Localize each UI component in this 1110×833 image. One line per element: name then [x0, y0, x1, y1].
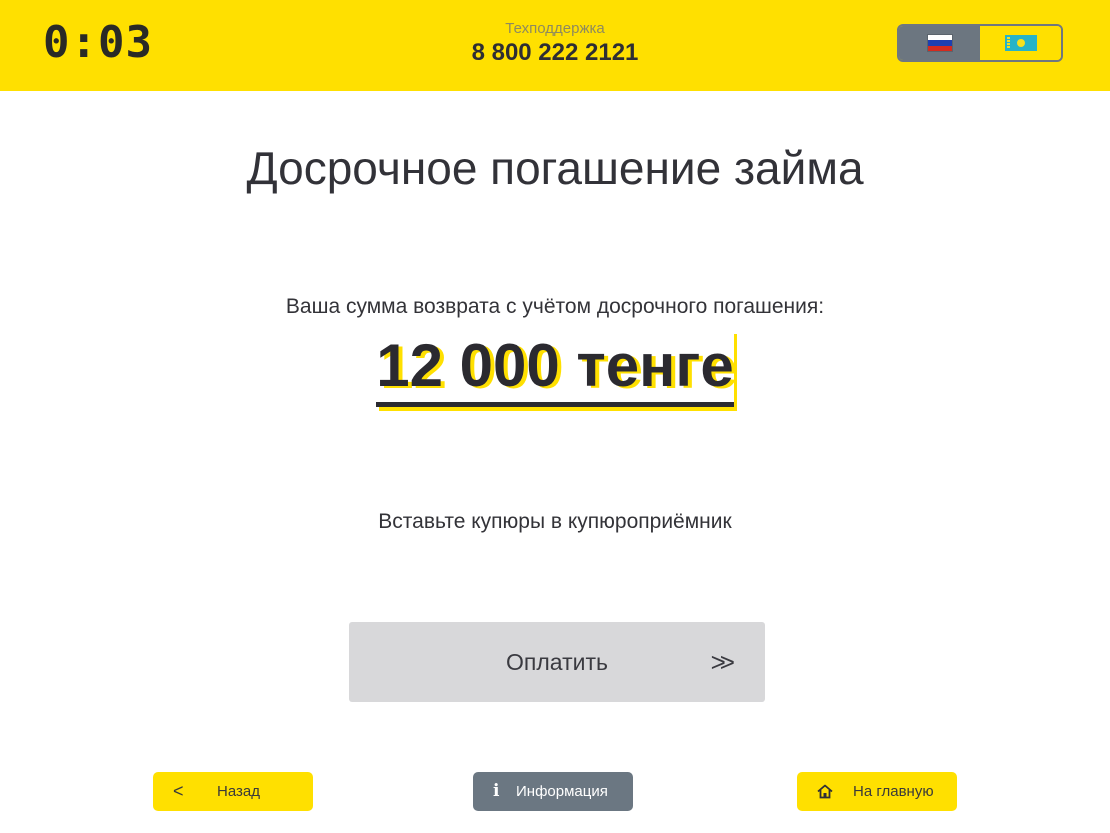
- back-button[interactable]: < Назад: [153, 772, 313, 811]
- pay-button[interactable]: Оплатить >>: [349, 622, 765, 702]
- info-button-label: Информация: [516, 783, 608, 800]
- amount-container: 12 000 тенге: [0, 330, 1110, 407]
- pay-button-label: Оплатить: [506, 649, 608, 675]
- language-switch: [897, 24, 1063, 62]
- support-block: Техподдержка 8 800 222 2121: [405, 20, 705, 68]
- language-ru-button[interactable]: [899, 26, 980, 60]
- home-button-label: На главную: [853, 783, 934, 800]
- back-button-label: Назад: [217, 783, 260, 800]
- home-button[interactable]: На главную: [797, 772, 957, 811]
- info-button[interactable]: i Информация: [473, 772, 633, 811]
- chevron-left-icon: <: [173, 781, 184, 801]
- session-timer: 0:03: [43, 17, 153, 68]
- header-bar: 0:03 Техподдержка 8 800 222 2121: [0, 0, 1110, 91]
- language-kz-button[interactable]: [980, 26, 1061, 60]
- page-title: Досрочное погашение займа: [246, 142, 864, 194]
- instruction-text: Вставьте купюры в купюроприёмник: [378, 510, 732, 533]
- kazakhstan-flag-icon: [1004, 35, 1037, 51]
- home-icon: [817, 784, 833, 803]
- russia-flag-icon: [927, 35, 952, 51]
- support-label: Техподдержка: [505, 20, 605, 37]
- amount-value: 12 000 тенге: [376, 330, 734, 407]
- support-phone: 8 800 222 2121: [471, 39, 639, 66]
- amount-label: Ваша сумма возврата с учётом досрочного …: [285, 295, 825, 318]
- double-chevron-right-icon: >>: [710, 647, 736, 677]
- info-icon: i: [493, 781, 500, 801]
